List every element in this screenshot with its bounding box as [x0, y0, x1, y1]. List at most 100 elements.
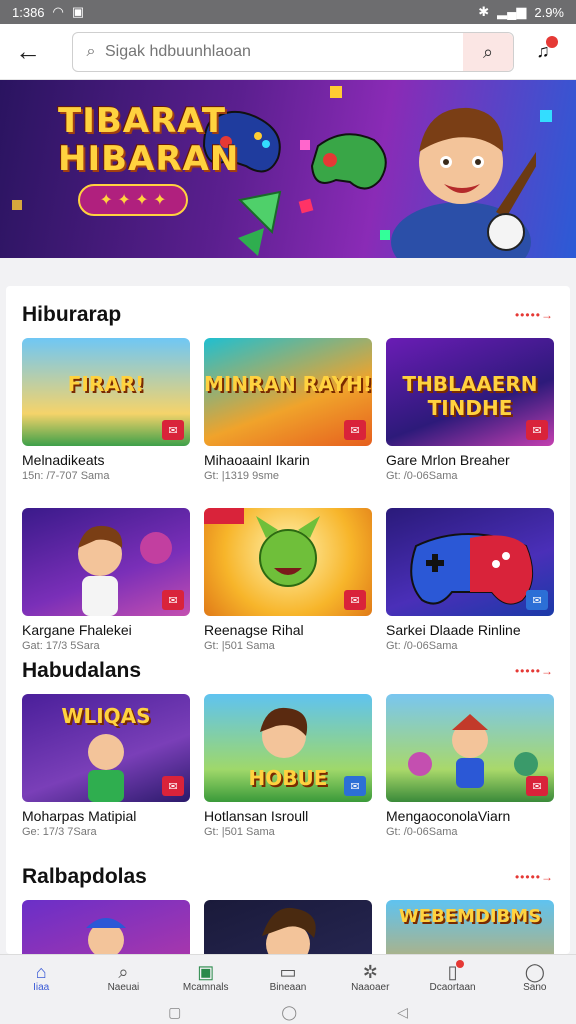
character-illustration: [262, 907, 316, 954]
game-thumbnail: ✉: [386, 694, 554, 802]
bookmark-icon[interactable]: ✉: [344, 590, 366, 610]
home-button-icon[interactable]: ◯: [281, 1004, 297, 1021]
game-card[interactable]: WEBEMDIBMS: [386, 900, 554, 954]
game-thumbnail: [22, 900, 190, 954]
see-more-link[interactable]: •••••→: [515, 664, 554, 678]
game-meta: Gt: |1319 9sme: [204, 470, 280, 482]
hero-banner[interactable]: TIBARAT HIBARAN ✦ ✦ ✦ ✦: [0, 80, 576, 258]
game-thumbnail: [204, 900, 372, 954]
nav-label: Naaoaer: [351, 982, 390, 993]
game-meta: Gt: /0-06Sama: [386, 470, 458, 482]
game-thumbnail: HOBUE ✉: [204, 694, 372, 802]
game-card[interactable]: ✉ Sarkei Dlaade Rinline Gt: /0-06Sama: [386, 508, 554, 652]
game-card[interactable]: MINRAN RAYH! ✉ Mihaoaainl Ikarin Gt: |13…: [204, 338, 372, 482]
home-icon: ⌂: [35, 962, 47, 982]
banner-character-illustration: [391, 107, 536, 258]
game-meta: Gat: 17/3 5Sara: [22, 640, 100, 652]
section-title: Hiburarap: [22, 303, 122, 326]
search-icon: ⌕: [86, 43, 96, 60]
see-more-link[interactable]: •••••→: [515, 870, 554, 884]
see-more-link[interactable]: •••••→: [515, 308, 554, 322]
search-icon: ⌕: [118, 962, 129, 982]
game-card[interactable]: WLIQAS ✉ Moharpas Matipial Ge: 17/3 7Sar…: [22, 694, 190, 838]
game-card[interactable]: HOBUE ✉ Hotlansan Isroull Gt: |501 Sama: [204, 694, 372, 838]
bookmark-icon[interactable]: ✉: [162, 776, 184, 796]
clock: 1:386: [12, 4, 45, 20]
bottom-navigation: ⌂ Iiaa ⌕ Naeuai ▣ Mcamnals ▭ Bineaan ✲ N…: [0, 954, 576, 1000]
bookmark-icon[interactable]: ✉: [526, 420, 548, 440]
game-card[interactable]: FIRAR! ✉ Melnadikeats 15n: /7-707 Sama: [22, 338, 190, 482]
search-input[interactable]: [105, 43, 465, 61]
game-meta: Gt: |501 Sama: [204, 640, 275, 652]
nav-label: Naeuai: [107, 982, 140, 993]
game-title: Sarkei Dlaade Rinline: [386, 622, 521, 638]
content-panel: Hiburarap •••••→ FIRAR! ✉ Melnadikeats 1…: [6, 286, 570, 954]
banner-stars-badge: ✦ ✦ ✦ ✦: [78, 184, 188, 216]
nav-label: Mcamnals: [182, 982, 229, 993]
gear-icon: ✲: [362, 962, 378, 982]
nav-label: Sano: [523, 982, 547, 993]
bookmark-icon[interactable]: ✉: [162, 590, 184, 610]
game-card[interactable]: ✉ Reenagse Rihal Gt: |501 Sama: [204, 508, 372, 652]
signal-icon: ▂▄▆: [497, 4, 527, 19]
nav-label: Bineaan: [269, 982, 307, 993]
game-title: Hotlansan Isroull: [204, 808, 309, 824]
game-title: Melnadikeats: [22, 452, 105, 468]
battery-text: 2.9%: [534, 4, 564, 20]
search-box[interactable]: ⌕ ⌕: [72, 32, 514, 72]
bookmark-icon[interactable]: ✉: [526, 590, 548, 610]
game-card[interactable]: [22, 900, 190, 954]
profile-icon: ◯: [524, 962, 545, 982]
status-bar: 1:386 ◠ ▣ ✱ ▂▄▆ 2.9%: [0, 0, 576, 24]
game-card[interactable]: THBLAAERN TINDHE ✉ Gare Mrlon Breaher Gt…: [386, 338, 554, 482]
nav-store[interactable]: ▣ Mcamnals: [165, 955, 247, 1000]
section-header: Habudalans •••••→: [22, 656, 554, 686]
thumbnail-title: THBLAAERN TINDHE: [402, 372, 538, 420]
nav-label: Dcaortaan: [429, 982, 476, 993]
character-illustration: [86, 918, 126, 954]
game-title: Gare Mrlon Breaher: [386, 452, 510, 468]
nav-search[interactable]: ⌕ Naeuai: [82, 955, 164, 1000]
nav-profile[interactable]: ◯ Sano: [494, 955, 576, 1000]
game-thumbnail: WLIQAS ✉: [22, 694, 190, 802]
banner-title-line2: HIBARAN: [58, 139, 240, 179]
tv-icon: ▭: [279, 962, 297, 982]
game-meta: Gt: /0-06Sama: [386, 640, 458, 652]
game-meta: 15n: /7-707 Sama: [22, 470, 110, 482]
section-header: Hiburarap •••••→: [22, 300, 554, 330]
recents-icon[interactable]: ▢: [168, 1004, 181, 1021]
game-title: Moharpas Matipial: [22, 808, 137, 824]
bookmark-icon[interactable]: ✉: [162, 420, 184, 440]
game-thumbnail: FIRAR! ✉: [22, 338, 190, 446]
back-button[interactable]: ←: [0, 24, 56, 80]
search-icon: ⌕: [482, 41, 494, 62]
nav-tv[interactable]: ▭ Bineaan: [247, 955, 329, 1000]
bookmark-icon[interactable]: ✉: [344, 776, 366, 796]
banner-title-block: TIBARAT HIBARAN ✦ ✦ ✦ ✦: [58, 101, 240, 216]
store-icon: ▣: [197, 962, 215, 982]
game-card[interactable]: [204, 900, 372, 954]
game-meta: Gt: /0-06Sama: [386, 826, 458, 838]
nav-library[interactable]: ▯ Dcaortaan: [411, 955, 493, 1000]
game-title: Kargane Fhalekei: [22, 622, 132, 638]
thumbnail-title: FIRAR!: [67, 372, 145, 396]
banner-title-line1: TIBARAT: [58, 101, 227, 141]
nav-home[interactable]: ⌂ Iiaa: [0, 955, 82, 1000]
game-title: Mihaoaainl Ikarin: [204, 452, 310, 468]
game-card[interactable]: ✉ Kargane Fhalekei Gat: 17/3 5Sara: [22, 508, 190, 652]
thumbnail-title: WEBEMDIBMS: [398, 906, 542, 927]
bookmark-icon[interactable]: ✉: [344, 420, 366, 440]
back-triangle-icon[interactable]: ◁: [397, 1004, 408, 1021]
game-card[interactable]: ✉ MengaoconolaViarn Gt: /0-06Sama: [386, 694, 554, 838]
game-title: Reenagse Rihal: [204, 622, 304, 638]
notification-icon: ▣: [71, 4, 85, 19]
wifi-icon: ◠: [52, 4, 64, 19]
notification-button[interactable]: ♫: [528, 36, 558, 66]
notification-dot: [455, 960, 464, 968]
game-meta: Ge: 17/3 7Sara: [22, 826, 97, 838]
game-thumbnail: ✉: [22, 508, 190, 616]
bookmark-icon[interactable]: ✉: [526, 776, 548, 796]
search-button[interactable]: ⌕: [463, 33, 513, 71]
section-title: Habudalans: [22, 659, 142, 682]
nav-settings[interactable]: ✲ Naaoaer: [329, 955, 411, 1000]
